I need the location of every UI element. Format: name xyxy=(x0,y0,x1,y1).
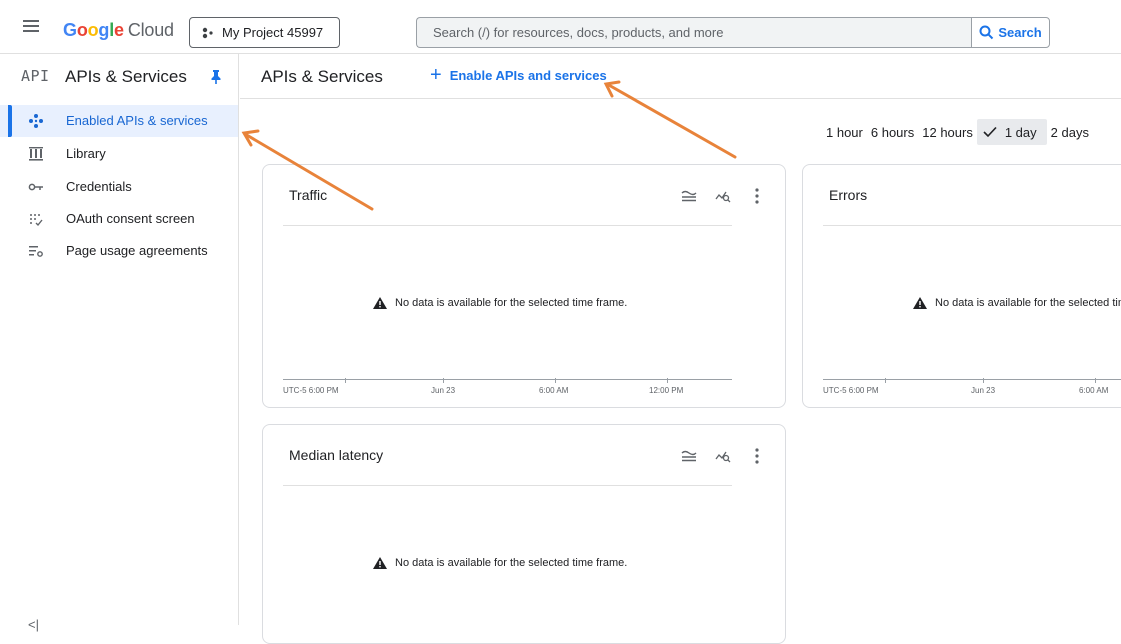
key-icon xyxy=(28,183,43,191)
diamond-icon xyxy=(29,114,43,128)
sidebar-header: API APIs & Services xyxy=(0,54,239,99)
card-divider xyxy=(283,225,732,226)
x-tick xyxy=(443,378,444,383)
more-vert-icon[interactable] xyxy=(747,186,767,206)
x-tick xyxy=(345,378,346,383)
x-tick-label: 6:00 AM xyxy=(1079,386,1109,395)
more-vert-icon[interactable] xyxy=(747,446,767,466)
card-tools xyxy=(665,446,767,466)
no-data-message: No data is available for the selected ti… xyxy=(373,297,627,309)
sidebar-item-page-usage[interactable]: Page usage agreements xyxy=(0,235,239,267)
range-option-6-hours[interactable]: 6 hours xyxy=(867,125,918,140)
x-tick-label: UTC-5 6:00 PM xyxy=(283,386,339,395)
search-button-label: Search xyxy=(998,25,1042,40)
no-data-message: No data is available for the selected ti… xyxy=(373,557,627,569)
x-tick-label: 12:00 PM xyxy=(649,386,684,395)
project-picker[interactable]: My Project 45997 xyxy=(189,17,340,48)
google-cloud-logo[interactable]: Google Cloud xyxy=(63,20,174,41)
x-tick xyxy=(667,378,668,383)
project-name: My Project 45997 xyxy=(222,25,324,40)
errors-card: Errors No data is available for the sele… xyxy=(802,164,1121,408)
range-option-1-day[interactable]: 1 day xyxy=(976,119,1047,145)
median-latency-card: Median latency No data is available for … xyxy=(262,424,786,644)
page-header: APIs & Services + Enable APIs and servic… xyxy=(240,54,1121,99)
card-tools xyxy=(665,186,767,206)
plus-icon: + xyxy=(430,64,442,86)
time-range-selector: 1 hour 6 hours 12 hours 1 day 2 days xyxy=(822,119,1093,145)
x-tick xyxy=(983,378,984,383)
project-nodes-icon xyxy=(202,27,213,39)
warning-icon xyxy=(373,297,387,309)
card-title: Errors xyxy=(829,187,868,203)
traffic-card: Traffic No data is available for the sel… xyxy=(262,164,786,408)
enable-apis-label: Enable APIs and services xyxy=(449,67,607,83)
x-tick xyxy=(555,378,556,383)
x-tick-label: Jun 23 xyxy=(971,386,996,395)
menu-icon[interactable] xyxy=(23,20,39,32)
sidebar-item-library[interactable]: Library xyxy=(0,138,239,170)
explore-chart-icon[interactable] xyxy=(713,446,733,466)
range-option-12-hours[interactable]: 12 hours xyxy=(918,125,977,140)
explore-chart-icon[interactable] xyxy=(713,186,733,206)
no-data-text: No data is available for the selected ti… xyxy=(395,297,628,309)
sidebar-item-enabled-apis[interactable]: Enabled APIs & services xyxy=(0,105,238,137)
compare-icon[interactable] xyxy=(679,186,699,206)
settings-list-icon xyxy=(29,246,43,257)
search-placeholder: Search (/) for resources, docs, products… xyxy=(433,25,724,40)
no-data-message: No data is available for the selected ti… xyxy=(913,297,1121,309)
sidebar-item-label: Page usage agreements xyxy=(66,243,208,258)
api-logo: API xyxy=(21,67,50,85)
compare-icon[interactable] xyxy=(679,446,699,466)
card-title: Median latency xyxy=(289,447,384,463)
search-input[interactable]: Search (/) for resources, docs, products… xyxy=(416,17,972,48)
search-icon xyxy=(979,25,994,40)
x-tick-label: UTC-5 6:00 PM xyxy=(823,386,879,395)
range-option-2-days[interactable]: 2 days xyxy=(1047,125,1093,140)
pin-icon[interactable] xyxy=(210,69,222,85)
brand-google: Google xyxy=(63,20,124,40)
page-title: APIs & Services xyxy=(261,67,383,86)
sidebar-item-credentials[interactable]: Credentials xyxy=(0,171,239,203)
sidebar-item-oauth-consent[interactable]: OAuth consent screen xyxy=(0,203,239,235)
sidebar-item-label: Enabled APIs & services xyxy=(66,113,208,128)
library-icon xyxy=(29,147,43,161)
sidebar-title: APIs & Services xyxy=(65,67,187,86)
brand-cloud: Cloud xyxy=(127,20,174,40)
x-axis xyxy=(823,379,1121,380)
warning-icon xyxy=(913,297,927,309)
range-selected-label: 1 day xyxy=(1004,124,1037,140)
no-data-text: No data is available for the selected ti… xyxy=(935,297,1121,309)
sidebar: API APIs & Services Enabled APIs & servi… xyxy=(0,54,239,632)
x-tick-label: Jun 23 xyxy=(431,386,456,395)
sidebar-item-label: Credentials xyxy=(66,179,132,194)
x-axis xyxy=(283,379,732,380)
sidebar-item-label: OAuth consent screen xyxy=(66,211,195,226)
search-button[interactable]: Search xyxy=(971,17,1050,48)
top-bar: Google Cloud My Project 45997 Search (/) … xyxy=(0,0,1121,54)
x-tick xyxy=(885,378,886,383)
no-data-text: No data is available for the selected ti… xyxy=(395,557,628,569)
range-option-1-hour[interactable]: 1 hour xyxy=(822,125,867,140)
warning-icon xyxy=(373,557,387,569)
check-icon xyxy=(983,126,997,138)
sidebar-item-label: Library xyxy=(66,146,106,161)
card-title: Traffic xyxy=(289,187,328,203)
card-divider xyxy=(283,485,732,486)
card-divider xyxy=(823,225,1121,226)
x-tick-label: 6:00 AM xyxy=(539,386,569,395)
consent-icon xyxy=(30,214,43,227)
enable-apis-button[interactable]: + Enable APIs and services xyxy=(430,64,607,86)
x-tick xyxy=(1095,378,1096,383)
